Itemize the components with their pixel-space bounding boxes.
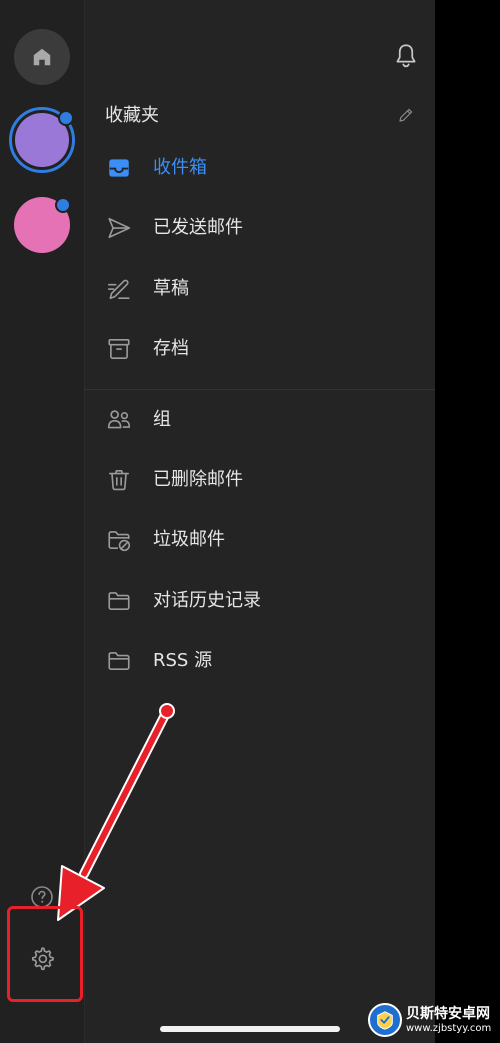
folder-groups[interactable]: 组: [85, 390, 435, 450]
folder-label: 已删除邮件: [153, 469, 243, 490]
notification-dot: [58, 110, 74, 126]
folder-archive[interactable]: 存档: [85, 319, 435, 379]
folder-junk[interactable]: 垃圾邮件: [85, 510, 435, 570]
groups-icon: [105, 406, 133, 434]
annotation-highlight-box: [7, 906, 83, 1002]
screen: 收藏夹 收件箱 已发送邮件 草稿 存档 组 已删除邮件 垃圾邮件 对话历史记录 …: [0, 0, 500, 1043]
folder-label: 组: [153, 409, 171, 430]
junk-folder-icon: [105, 526, 133, 554]
trash-icon: [105, 466, 133, 494]
account-avatar-1[interactable]: [9, 107, 75, 173]
folder-inbox[interactable]: 收件箱: [85, 138, 435, 198]
folder-label: 草稿: [153, 278, 189, 299]
folder-label: 对话历史记录: [153, 590, 261, 611]
account-avatar-2[interactable]: [14, 197, 71, 253]
favorites-header: 收藏夹: [105, 103, 415, 129]
folder-conversation-history[interactable]: 对话历史记录: [85, 571, 435, 631]
draft-icon: [105, 275, 133, 303]
account-rail: [0, 0, 85, 1043]
edit-favorites-button[interactable]: [397, 106, 415, 124]
home-indicator[interactable]: [160, 1026, 340, 1032]
send-icon: [105, 214, 133, 242]
folder-drafts[interactable]: 草稿: [85, 259, 435, 319]
folder-label: 已发送邮件: [153, 217, 243, 238]
home-button[interactable]: [14, 29, 70, 85]
watermark-logo-icon: [368, 1003, 402, 1037]
watermark-url: www.zjbstyy.com: [406, 1022, 492, 1034]
folder-pane: 收藏夹 收件箱 已发送邮件 草稿 存档 组 已删除邮件 垃圾邮件 对话历史记录 …: [85, 0, 435, 1043]
watermark-text: 贝斯特安卓网 www.zjbstyy.com: [406, 1006, 491, 1035]
folder-sent[interactable]: 已发送邮件: [85, 198, 435, 258]
folder-icon: [105, 647, 133, 675]
home-icon: [33, 48, 51, 66]
folder-icon: [105, 587, 133, 615]
folder-label: 收件箱: [153, 157, 207, 178]
notifications-button[interactable]: [393, 42, 419, 70]
watermark: 贝斯特安卓网 www.zjbstyy.com: [368, 1000, 498, 1040]
folder-label: 垃圾邮件: [153, 529, 225, 550]
folder-label: RSS 源: [153, 650, 213, 671]
watermark-title: 贝斯特安卓网: [406, 1005, 490, 1022]
archive-icon: [105, 335, 133, 363]
inbox-icon: [105, 154, 133, 182]
folder-deleted[interactable]: 已删除邮件: [85, 450, 435, 510]
notification-dot: [55, 197, 71, 213]
pencil-icon: [399, 108, 413, 122]
folder-label: 存档: [153, 338, 189, 359]
folder-rss[interactable]: RSS 源: [85, 631, 435, 691]
favorites-title: 收藏夹: [105, 105, 159, 126]
bell-icon: [396, 44, 416, 68]
